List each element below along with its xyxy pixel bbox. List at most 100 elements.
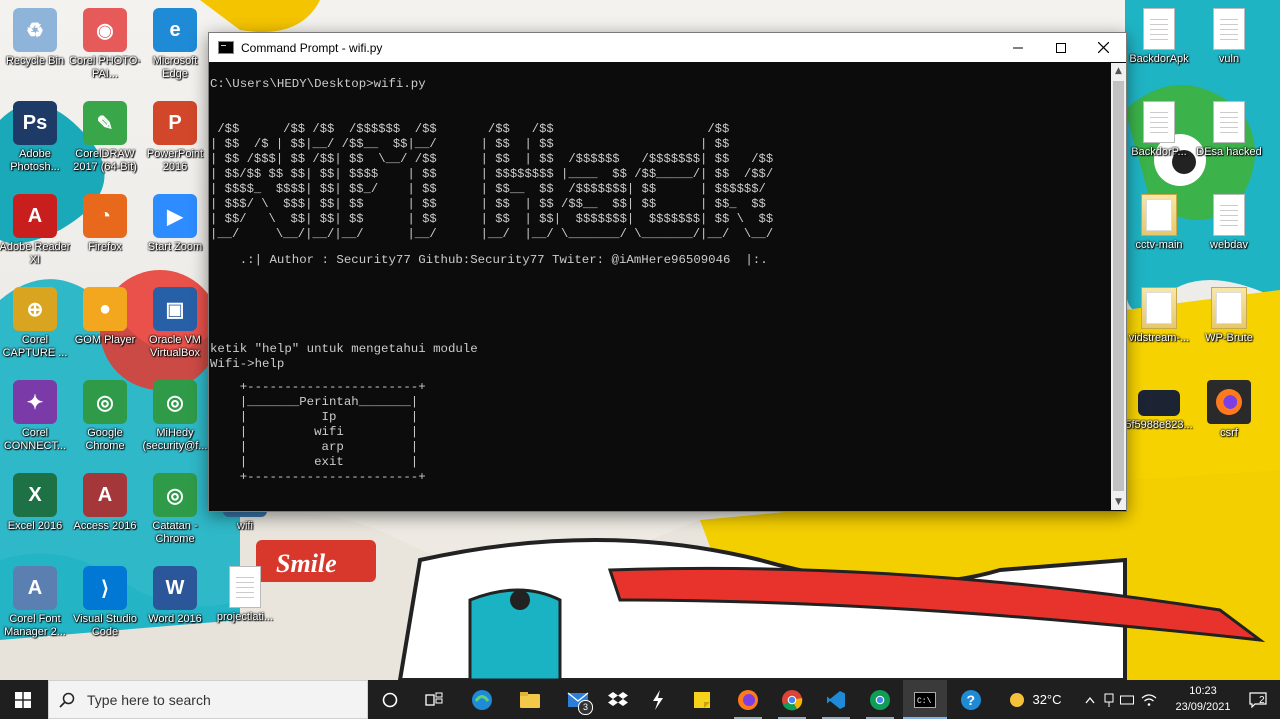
- tray-touch-keyboard-button[interactable]: [1118, 680, 1136, 719]
- desktop-icon-10[interactable]: ● GOM Player: [69, 287, 141, 361]
- scroll-up-icon[interactable]: ▲: [1111, 63, 1126, 79]
- taskbar-search-box[interactable]: Type here to search: [48, 680, 368, 719]
- desktop-icon-11[interactable]: ▣ Oracle VM VirtualBox: [139, 287, 211, 361]
- desktop-icon-label: Oracle VM VirtualBox: [149, 334, 201, 359]
- desktop-icon-label: 5f5988e823...: [1125, 419, 1193, 431]
- taskbar-bolt-app-button[interactable]: [640, 680, 676, 719]
- command-prompt-icon: C:\: [914, 691, 936, 708]
- desktop-icon-right-1[interactable]: vuln: [1193, 8, 1265, 80]
- access-icon: A: [83, 473, 127, 517]
- close-button[interactable]: [1082, 33, 1125, 62]
- taskbar-clock[interactable]: 10:23 23/09/2021: [1168, 683, 1238, 715]
- desktop-icon-right-8[interactable]: 5f5988e823...: [1123, 380, 1195, 446]
- taskbar-help-button[interactable]: ?: [952, 680, 990, 719]
- desktop-icon-15[interactable]: X Excel 2016: [0, 473, 71, 547]
- desktop-icon-label: BackdorP...: [1131, 146, 1187, 158]
- corel-font-manager-icon: A: [13, 566, 57, 610]
- console-banner: /$$ /$$ /$$ /$$$$$$ /$$ /$$ /$$ /$$ | $$…: [210, 122, 774, 241]
- desktop-icon-right-7[interactable]: WP-Brute: [1193, 287, 1265, 359]
- desktop-icon-right-2[interactable]: BackdorP...: [1123, 101, 1195, 173]
- desktop-icon-right-0[interactable]: BackdorApk: [1123, 8, 1195, 80]
- chevron-up-icon: [1085, 696, 1095, 703]
- desktop-icon-label: Corel CONNECT...: [3, 427, 67, 452]
- desktop-icon-22[interactable]: projectlati...: [209, 566, 281, 638]
- desktop-icon-label: vuln: [1218, 53, 1240, 65]
- window-titlebar[interactable]: Command Prompt - wifi.py: [209, 33, 1126, 62]
- tray-network-device-button[interactable]: [1100, 680, 1118, 719]
- desktop-icon-6[interactable]: A Adobe Reader XI: [0, 194, 71, 268]
- taskbar-sticky-notes-button[interactable]: [682, 680, 722, 719]
- taskbar-explorer-button[interactable]: [508, 680, 552, 719]
- minimize-button[interactable]: [996, 33, 1039, 62]
- console-help-command: Wifi->help: [210, 357, 285, 371]
- task-view-cortana-button[interactable]: [370, 680, 410, 719]
- word-icon: W: [153, 566, 197, 610]
- chrome-icon: [782, 689, 803, 710]
- desktop-icon-17[interactable]: ◎ Catatan - Chrome: [139, 473, 211, 547]
- desktop-icon-2[interactable]: e Microsoft Edge: [139, 8, 211, 82]
- taskbar-chrome-button[interactable]: [772, 680, 812, 719]
- start-button[interactable]: [0, 680, 46, 719]
- search-icon: [59, 692, 75, 708]
- recycle-bin-icon: ♻: [13, 8, 57, 52]
- corel-photo-paint-icon: ◉: [83, 8, 127, 52]
- tray-wifi-button[interactable]: [1138, 680, 1160, 719]
- desktop-icon-right-4[interactable]: cctv-main: [1123, 194, 1195, 266]
- desktop-icon-12[interactable]: ✦ Corel CONNECT...: [0, 380, 71, 454]
- desktop-icon-16[interactable]: A Access 2016: [69, 473, 141, 547]
- svg-text:?: ?: [967, 692, 976, 708]
- desktop-icon-20[interactable]: ⟩ Visual Studio Code: [69, 566, 141, 640]
- desktop-icon-13[interactable]: ◎ Google Chrome: [69, 380, 141, 454]
- search-placeholder: Type here to search: [87, 691, 211, 708]
- desktop-icon-right-3[interactable]: DEsa hacked: [1193, 101, 1265, 173]
- taskbar-chrome-profile-button[interactable]: [860, 680, 900, 719]
- desktop-icon-4[interactable]: ✎ CorelDRAW 2017 (64-Bit): [69, 101, 141, 175]
- desktop-icon-14[interactable]: ◎ MiHedy (security@f...: [139, 380, 211, 454]
- coreldraw-icon: ✎: [83, 101, 127, 145]
- desktop-icon-8[interactable]: ▶ Start Zoom: [139, 194, 211, 268]
- mail-badge: 3: [578, 700, 593, 715]
- adobe-reader-icon: A: [13, 194, 57, 238]
- desktop-icon-label: DEsa hacked: [1196, 146, 1262, 158]
- desktop-icon-label: csrf: [1220, 427, 1238, 439]
- window-title: Command Prompt - wifi.py: [241, 40, 383, 55]
- desktop-icon-3[interactable]: Ps Adobe Photosh...: [0, 101, 71, 175]
- desktop-icon-5[interactable]: P PowerPoint 2016: [139, 101, 211, 175]
- notification-center-button[interactable]: 2: [1240, 680, 1276, 719]
- folder-icon: [520, 691, 540, 708]
- windows-logo-icon: [15, 691, 31, 708]
- show-hidden-icons-button[interactable]: [1080, 680, 1100, 719]
- desktop-icon-label: projectlati...: [216, 611, 274, 623]
- desktop-icon-0[interactable]: ♻ Recycle Bin: [0, 8, 71, 82]
- task-view-button[interactable]: [414, 680, 454, 719]
- desktop-icon-19[interactable]: A Corel Font Manager 2...: [0, 566, 71, 640]
- scroll-down-icon[interactable]: ▼: [1111, 494, 1126, 510]
- taskbar-firefox-button[interactable]: [728, 680, 768, 719]
- weather-widget[interactable]: 32°C: [1004, 680, 1066, 719]
- desktop-icon-21[interactable]: W Word 2016: [139, 566, 211, 640]
- console-scrollbar[interactable]: ▲ ▼: [1111, 63, 1126, 510]
- clock-time: 10:23: [1189, 685, 1217, 697]
- scrollbar-thumb[interactable]: [1113, 81, 1124, 491]
- command-prompt-window[interactable]: Command Prompt - wifi.py C:\Users\HEDY\D…: [208, 32, 1127, 512]
- cortana-icon: [382, 692, 398, 707]
- desktop-icon-right-6[interactable]: vidstream-...: [1123, 287, 1195, 359]
- maximize-button[interactable]: [1039, 33, 1082, 62]
- taskbar-cmd-button[interactable]: C:\: [903, 680, 947, 719]
- file-icon: [229, 566, 261, 608]
- desktop-icon-label: Excel 2016: [7, 520, 63, 532]
- console-output[interactable]: C:\Users\HEDY\Desktop>wifi.py /$$ /$$ /$…: [210, 63, 1111, 510]
- taskbar-vscode-button[interactable]: [816, 680, 856, 719]
- desktop-icon-right-5[interactable]: webdav: [1193, 194, 1265, 266]
- taskbar-dropbox-button[interactable]: [600, 680, 636, 719]
- desktop-icon-9[interactable]: ⊕ Corel CAPTURE ...: [0, 287, 71, 361]
- chrome-app-icon: ◎: [153, 473, 197, 517]
- taskbar: Type here to search 3 C:\ ? 32°C 10:23 2…: [0, 680, 1280, 719]
- taskbar-mail-button[interactable]: 3: [556, 680, 600, 719]
- desktop-icon-7[interactable]: ◔ Firefox: [69, 194, 141, 268]
- file-icon: [1143, 8, 1175, 50]
- sticky-notes-icon: [694, 691, 710, 708]
- desktop-icon-1[interactable]: ◉ Corel PHOTO-PAI...: [69, 8, 141, 82]
- desktop-icon-right-9[interactable]: csrf: [1193, 380, 1265, 454]
- taskbar-edge-button[interactable]: [460, 680, 504, 719]
